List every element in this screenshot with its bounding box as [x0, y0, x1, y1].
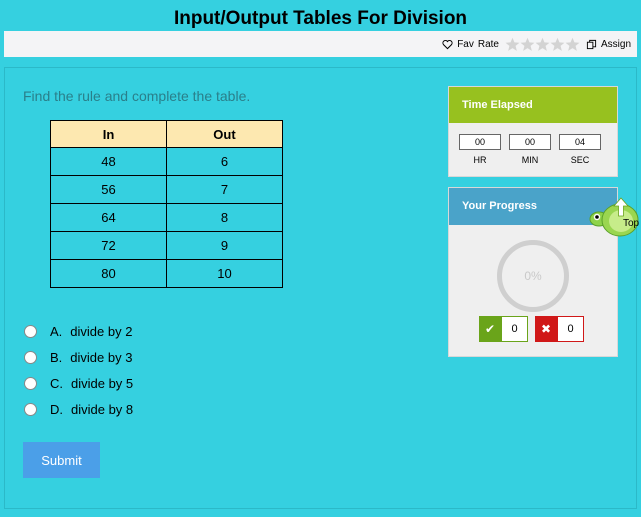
column-header-in: In	[50, 120, 167, 148]
answer-options: A. divide by 2 B. divide by 3 C. divide …	[24, 318, 133, 422]
option-c-radio[interactable]	[24, 376, 37, 390]
timer-minutes-value: 00	[509, 134, 551, 150]
rating-stars[interactable]	[505, 37, 580, 52]
tool-strip: Fav Rate Assign	[4, 31, 637, 57]
option-letter: A.	[50, 323, 63, 339]
submit-button[interactable]: Submit	[23, 442, 100, 478]
correct-count-value: 0	[501, 316, 528, 342]
option-b-radio[interactable]	[24, 350, 37, 364]
option-letter: B.	[50, 349, 63, 365]
table-row: 64 8	[50, 203, 283, 232]
top-label: Top	[623, 218, 640, 229]
option-b[interactable]: B. divide by 3	[24, 344, 133, 370]
table-header-row: In Out	[50, 120, 283, 148]
table-cell-in: 64	[50, 203, 167, 232]
time-elapsed-title: Time Elapsed	[449, 87, 617, 123]
timer-seconds-value: 04	[559, 134, 601, 150]
table-cell-out: 6	[166, 147, 283, 176]
timer-seconds-label: SEC	[570, 155, 590, 165]
table-cell-in: 80	[50, 259, 167, 288]
option-text: divide by 3	[70, 349, 133, 365]
turtle-icon	[589, 197, 639, 237]
star-icon[interactable]	[535, 37, 550, 52]
check-icon: ✔	[479, 316, 501, 342]
io-table: In Out 48 6 56 7 64 8 72 9 80 10	[50, 120, 283, 288]
progress-percent: 0%	[524, 269, 542, 283]
table-cell-out: 7	[166, 175, 283, 204]
star-icon[interactable]	[520, 37, 535, 52]
table-row: 80 10	[50, 259, 283, 288]
option-a[interactable]: A. divide by 2	[24, 318, 133, 344]
wrong-count: ✖ 0	[535, 316, 584, 342]
option-a-radio[interactable]	[24, 324, 37, 338]
heart-icon[interactable]	[442, 39, 453, 50]
correct-count: ✔ 0	[479, 316, 528, 342]
timer-hours: 00 HR	[459, 134, 501, 165]
option-c[interactable]: C. divide by 5	[24, 370, 133, 396]
table-cell-out: 8	[166, 203, 283, 232]
wrong-count-value: 0	[557, 316, 584, 342]
fav-link[interactable]: Fav	[457, 39, 474, 50]
top-button[interactable]: Top	[588, 190, 641, 240]
table-row: 72 9	[50, 231, 283, 260]
timer-hours-value: 00	[459, 134, 501, 150]
star-icon[interactable]	[565, 37, 580, 52]
option-text: divide by 8	[71, 401, 134, 417]
option-letter: C.	[50, 375, 63, 391]
table-cell-in: 48	[50, 147, 167, 176]
time-elapsed-panel: Time Elapsed 00 HR 00 MIN 04 SEC	[448, 86, 618, 177]
assign-link[interactable]: Assign	[601, 39, 631, 50]
option-letter: D.	[50, 401, 63, 417]
star-icon[interactable]	[505, 37, 520, 52]
question-instruction: Find the rule and complete the table.	[23, 88, 251, 104]
title-bar: Input/Output Tables For Division	[4, 0, 637, 31]
timer-seconds: 04 SEC	[559, 134, 601, 165]
table-cell-out: 9	[166, 231, 283, 260]
table-cell-in: 72	[50, 231, 167, 260]
option-d[interactable]: D. divide by 8	[24, 396, 133, 422]
option-text: divide by 2	[70, 323, 133, 339]
timer-minutes: 00 MIN	[509, 134, 551, 165]
table-row: 56 7	[50, 175, 283, 204]
column-header-out: Out	[166, 120, 283, 148]
timer-minutes-label: MIN	[521, 155, 539, 165]
timer-hours-label: HR	[473, 155, 487, 165]
progress-ring: 0%	[497, 240, 569, 312]
timer-fields: 00 HR 00 MIN 04 SEC	[449, 123, 617, 165]
table-cell-out: 10	[166, 259, 283, 288]
rate-label: Rate	[477, 39, 499, 50]
table-row: 48 6	[50, 147, 283, 176]
assign-icon[interactable]	[586, 39, 597, 50]
option-text: divide by 5	[71, 375, 134, 391]
star-icon[interactable]	[550, 37, 565, 52]
table-cell-in: 56	[50, 175, 167, 204]
option-d-radio[interactable]	[24, 402, 37, 416]
toolbar: Fav Rate Assign	[442, 37, 631, 52]
cross-icon: ✖	[535, 316, 557, 342]
